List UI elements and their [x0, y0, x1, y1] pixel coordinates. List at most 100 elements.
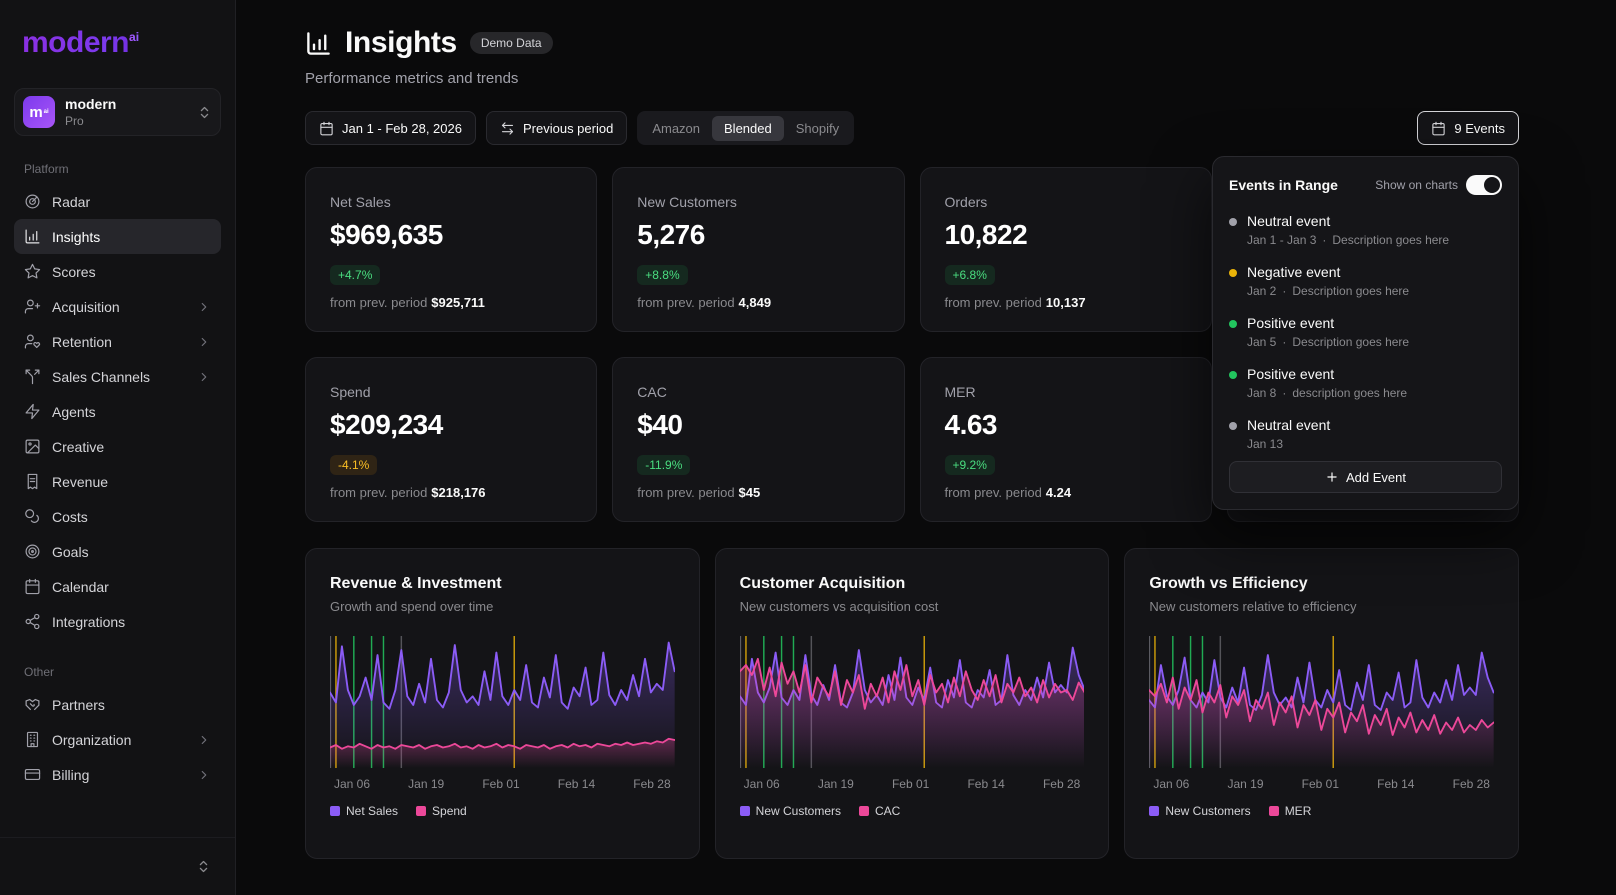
chart-legend: Net Sales Spend	[330, 804, 675, 818]
show-on-charts-label: Show on charts	[1375, 178, 1458, 192]
workspace-switcher[interactable]: mai modern Pro	[14, 88, 221, 136]
chevron-right-icon	[197, 300, 211, 314]
chevron-right-icon	[197, 733, 211, 747]
page-title: Insights	[345, 26, 457, 60]
plus-icon	[1325, 470, 1339, 484]
chart-subtitle: New customers relative to efficiency	[1149, 599, 1494, 614]
chart-subtitle: New customers vs acquisition cost	[740, 599, 1085, 614]
legend-label: MER	[1285, 804, 1312, 818]
sidebar-item-revenue[interactable]: Revenue	[14, 464, 221, 499]
date-range-button[interactable]: Jan 1 - Feb 28, 2026	[305, 111, 476, 145]
source-segmented-control: Amazon Blended Shopify	[637, 111, 854, 145]
kpi-card-spend: Spend $209,234 -4.1% from prev. period$2…	[305, 357, 597, 522]
kpi-card-cac: CAC $40 -11.9% from prev. period$45	[612, 357, 904, 522]
events-popover: Events in Range Show on charts Neutral e…	[1212, 156, 1519, 510]
toolbar: Jan 1 - Feb 28, 2026 Previous period Ama…	[305, 111, 1519, 145]
legend-label: Net Sales	[346, 804, 398, 818]
sidebar-item-scores[interactable]: Scores	[14, 254, 221, 289]
segment-blended[interactable]: Blended	[712, 116, 784, 141]
bar-chart-icon	[24, 228, 41, 245]
sidebar-item-calendar[interactable]: Calendar	[14, 569, 221, 604]
sidebar-footer	[0, 837, 235, 895]
event-item[interactable]: Neutral event Jan 13	[1229, 417, 1502, 451]
kpi-value: 4.63	[945, 409, 1187, 441]
sidebar-item-goals[interactable]: Goals	[14, 534, 221, 569]
event-dot-positive	[1229, 320, 1237, 328]
workspace-avatar: mai	[23, 96, 55, 128]
kpi-card-orders: Orders 10,822 +6.8% from prev. period10,…	[920, 167, 1212, 332]
chart-legend: New Customers CAC	[740, 804, 1085, 818]
sidebar-item-agents[interactable]: Agents	[14, 394, 221, 429]
event-item[interactable]: Neutral event Jan 1 - Jan 3·Description …	[1229, 213, 1502, 247]
app-root: modernai mai modern Pro Platform Radar I…	[0, 0, 1616, 895]
sidebar-collapse-button[interactable]	[190, 853, 217, 880]
sidebar-item-radar[interactable]: Radar	[14, 184, 221, 219]
chart-card-customer-acquisition: Customer Acquisition New customers vs ac…	[715, 548, 1110, 859]
show-on-charts-toggle[interactable]	[1466, 175, 1502, 195]
coins-icon	[24, 508, 41, 525]
kpi-change-badge: +4.7%	[330, 265, 380, 285]
kpi-prev-value: 10,137	[1046, 295, 1086, 310]
sidebar-item-billing[interactable]: Billing	[14, 757, 221, 792]
chevrons-up-down-icon	[197, 105, 212, 120]
add-event-button[interactable]: Add Event	[1229, 461, 1502, 493]
calendar-icon	[1431, 121, 1446, 136]
sidebar-item-sales-channels[interactable]: Sales Channels	[14, 359, 221, 394]
main-content: Insights Demo Data Performance metrics a…	[236, 0, 1616, 895]
kpi-change-badge: -4.1%	[330, 455, 377, 475]
page-header: Insights Demo Data	[305, 26, 1519, 60]
radar-icon	[24, 193, 41, 210]
segment-amazon[interactable]: Amazon	[640, 116, 712, 141]
kpi-value: 5,276	[637, 219, 879, 251]
event-dot-neutral	[1229, 218, 1237, 226]
kpi-footer-label: from prev. period	[330, 485, 427, 500]
sidebar-item-costs[interactable]: Costs	[14, 499, 221, 534]
event-item[interactable]: Positive event Jan 5·Description goes he…	[1229, 315, 1502, 349]
chart-legend: New Customers MER	[1149, 804, 1494, 818]
kpi-footer-label: from prev. period	[945, 295, 1042, 310]
demo-data-badge: Demo Data	[470, 32, 553, 54]
workspace-name: modern	[65, 96, 116, 113]
x-axis-ticks: Jan 06Jan 19Feb 01Feb 14Feb 28	[330, 777, 675, 791]
kpi-footer-label: from prev. period	[945, 485, 1042, 500]
star-icon	[24, 263, 41, 280]
sidebar-item-integrations[interactable]: Integrations	[14, 604, 221, 639]
kpi-value: $969,635	[330, 219, 572, 251]
receipt-icon	[24, 473, 41, 490]
calendar-icon	[319, 121, 334, 136]
sidebar-item-retention[interactable]: Retention	[14, 324, 221, 359]
legend-swatch	[1269, 806, 1279, 816]
kpi-label: MER	[945, 384, 1187, 400]
charts-grid: Revenue & Investment Growth and spend ov…	[305, 548, 1519, 859]
kpi-card-net-sales: Net Sales $969,635 +4.7% from prev. peri…	[305, 167, 597, 332]
image-icon	[24, 438, 41, 455]
kpi-change-badge: +8.8%	[637, 265, 687, 285]
legend-swatch	[416, 806, 426, 816]
legend-swatch	[859, 806, 869, 816]
chevrons-up-down-icon	[196, 859, 211, 874]
kpi-label: Spend	[330, 384, 572, 400]
handshake-icon	[24, 696, 41, 713]
segment-shopify[interactable]: Shopify	[784, 116, 851, 141]
sidebar-item-acquisition[interactable]: Acquisition	[14, 289, 221, 324]
x-axis-ticks: Jan 06Jan 19Feb 01Feb 14Feb 28	[1149, 777, 1494, 791]
sidebar-item-insights[interactable]: Insights	[14, 219, 221, 254]
user-plus-icon	[24, 298, 41, 315]
kpi-footer-label: from prev. period	[637, 485, 734, 500]
events-button[interactable]: 9 Events	[1417, 111, 1519, 145]
sidebar-item-creative[interactable]: Creative	[14, 429, 221, 464]
zap-icon	[24, 403, 41, 420]
event-item[interactable]: Positive event Jan 8·description goes he…	[1229, 366, 1502, 400]
sidebar-section-other: Other	[24, 665, 211, 679]
split-icon	[24, 368, 41, 385]
kpi-change-badge: +6.8%	[945, 265, 995, 285]
bar-chart-icon	[305, 30, 332, 57]
sidebar-item-partners[interactable]: Partners	[14, 687, 221, 722]
sidebar-item-organization[interactable]: Organization	[14, 722, 221, 757]
event-item[interactable]: Negative event Jan 2·Description goes he…	[1229, 264, 1502, 298]
line-chart	[740, 636, 1085, 768]
user-heart-icon	[24, 333, 41, 350]
sidebar: modernai mai modern Pro Platform Radar I…	[0, 0, 236, 895]
event-dot-neutral	[1229, 422, 1237, 430]
previous-period-button[interactable]: Previous period	[486, 111, 627, 145]
